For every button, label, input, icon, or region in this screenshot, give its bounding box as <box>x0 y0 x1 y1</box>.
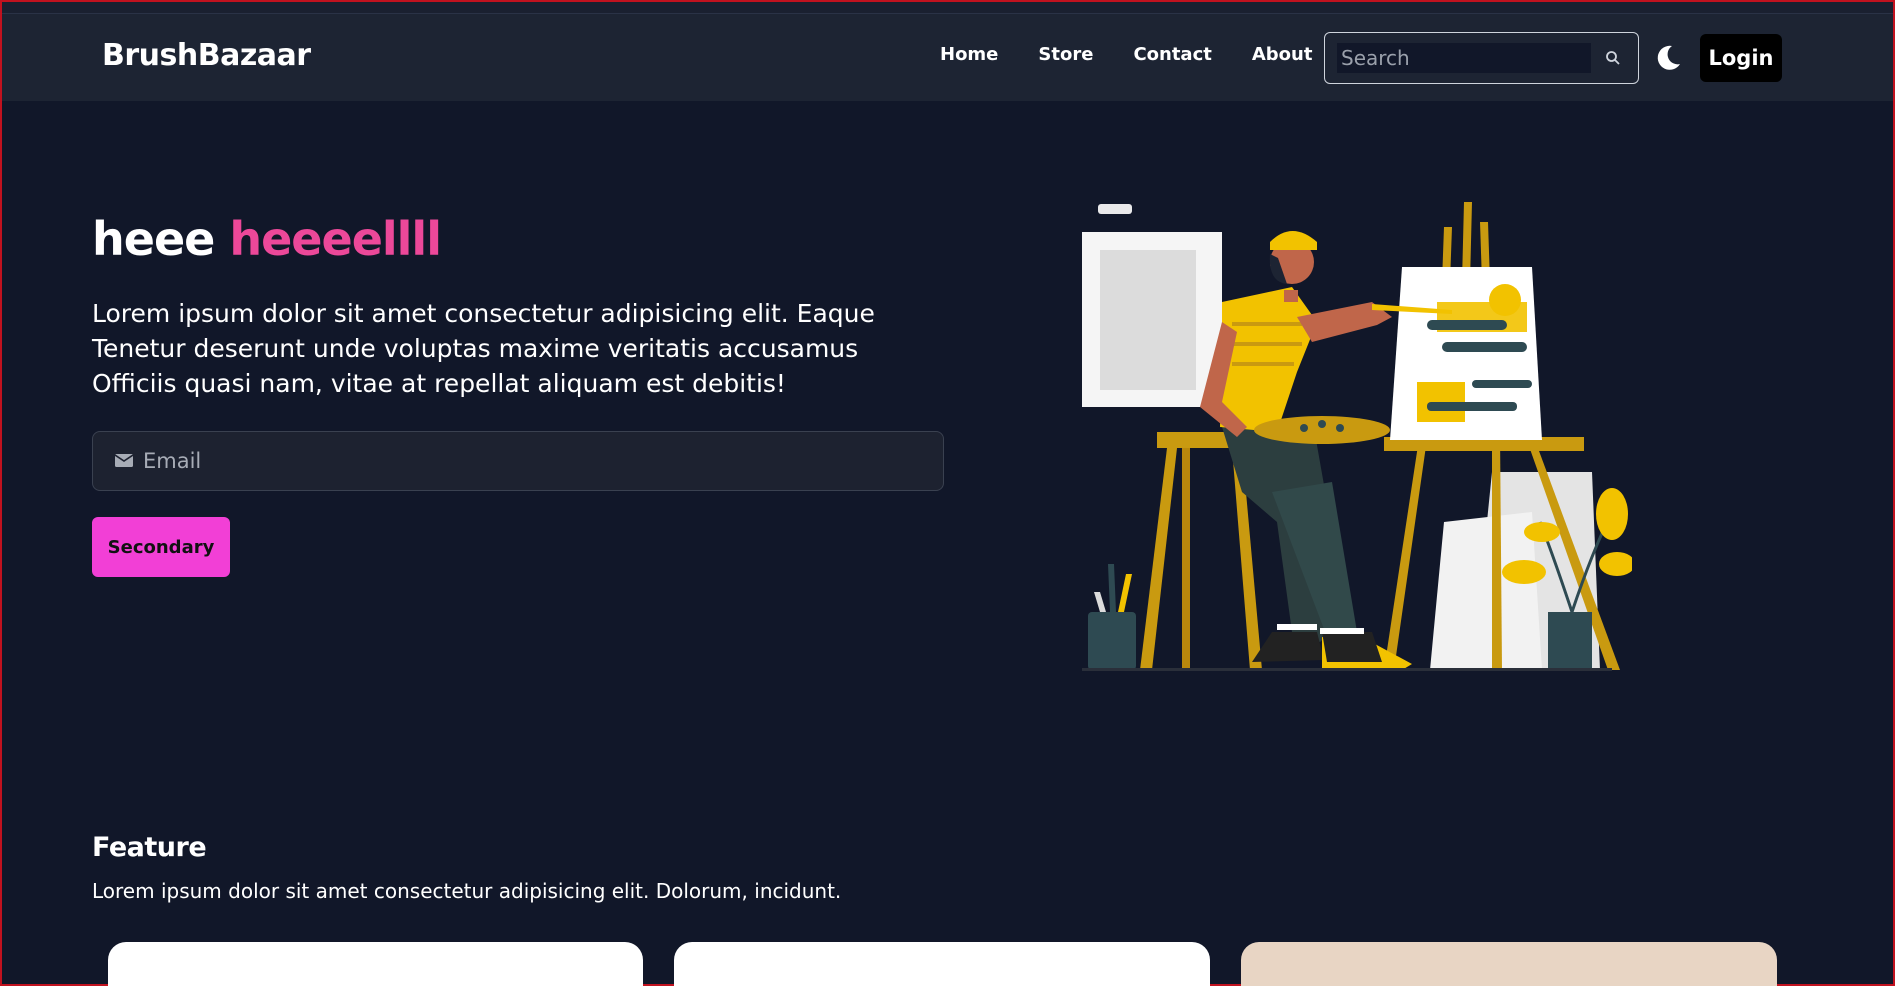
brand-logo[interactable]: BrushBazaar <box>102 38 311 73</box>
search-input[interactable] <box>1337 43 1591 73</box>
email-input[interactable] <box>143 449 943 473</box>
secondary-button[interactable]: Secondary <box>92 517 230 577</box>
feature-card[interactable] <box>108 942 643 986</box>
hero-title-accent: heeeellll <box>229 212 442 266</box>
painter-illustration <box>1082 202 1632 671</box>
nav-links: Home Store Contact About <box>940 44 1352 65</box>
nav-link-about[interactable]: About <box>1252 44 1313 65</box>
nav-link-contact[interactable]: Contact <box>1133 44 1211 65</box>
moon-icon[interactable] <box>1652 42 1684 74</box>
email-field <box>92 431 944 491</box>
search-box <box>1324 32 1639 84</box>
hero-title: heee heeeellll <box>92 212 442 266</box>
nav-link-store[interactable]: Store <box>1038 44 1093 65</box>
search-icon[interactable] <box>1603 48 1623 68</box>
window-top-strip <box>2 2 1893 14</box>
login-button[interactable]: Login <box>1700 34 1782 82</box>
nav-link-home[interactable]: Home <box>940 44 998 65</box>
feature-card[interactable] <box>674 942 1210 986</box>
envelope-icon <box>114 452 134 471</box>
navbar: BrushBazaar Home Store Contact About Log… <box>2 14 1893 101</box>
feature-title: Feature <box>92 832 207 863</box>
hero-description: Lorem ipsum dolor sit amet consectetur a… <box>92 299 875 398</box>
feature-description: Lorem ipsum dolor sit amet consectetur a… <box>92 879 842 903</box>
feature-card[interactable] <box>1241 942 1777 986</box>
hero-title-plain: heee <box>92 212 215 266</box>
